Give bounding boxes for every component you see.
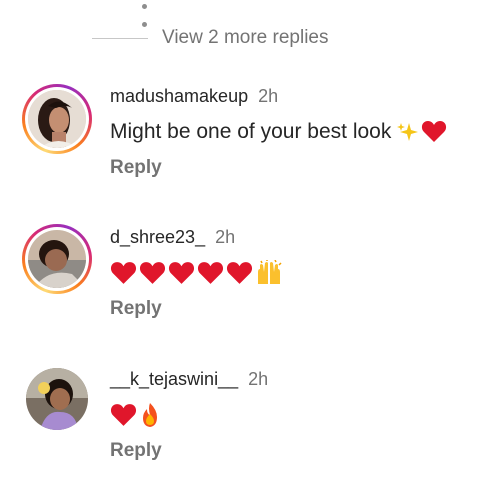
story-ring-avatar[interactable] xyxy=(22,84,92,154)
view-more-replies-label: View 2 more replies xyxy=(162,27,329,48)
comment-timestamp: 2h xyxy=(248,369,269,389)
comment-emoji-row xyxy=(110,402,161,428)
comment-timestamp: 2h xyxy=(258,86,279,106)
comment-emoji-row xyxy=(110,260,283,286)
comments-thread: View 2 more replies madushamakeup 2h Mig… xyxy=(0,0,500,500)
comment-text: Might be one of your best look xyxy=(110,120,392,143)
reply-button[interactable]: Reply xyxy=(110,440,162,462)
avatar xyxy=(28,230,86,288)
comment-timestamp: 2h xyxy=(215,227,236,247)
red-heart-icon xyxy=(421,120,447,144)
fire-icon xyxy=(139,402,161,428)
avatar xyxy=(28,90,86,148)
comment-username[interactable]: madushamakeup xyxy=(110,86,248,107)
red-heart-icon xyxy=(139,261,166,286)
reply-button[interactable]: Reply xyxy=(110,298,162,320)
replies-divider-line xyxy=(92,37,148,39)
red-heart-icon xyxy=(226,261,253,286)
reply-button[interactable]: Reply xyxy=(110,157,162,179)
red-heart-icon xyxy=(197,261,224,286)
avatar[interactable] xyxy=(26,368,88,430)
comment-username[interactable]: __k_tejaswini__ xyxy=(110,369,238,390)
view-more-replies-button[interactable]: View 2 more replies xyxy=(92,24,329,52)
story-ring-avatar[interactable] xyxy=(22,224,92,294)
red-heart-icon xyxy=(168,261,195,286)
red-heart-icon xyxy=(110,403,137,428)
sparkles-icon xyxy=(397,121,419,143)
more-indicator xyxy=(142,0,158,27)
comment-username[interactable]: d_shree23_ xyxy=(110,227,205,248)
red-heart-icon xyxy=(110,261,137,286)
raising-hands-icon xyxy=(255,260,283,286)
